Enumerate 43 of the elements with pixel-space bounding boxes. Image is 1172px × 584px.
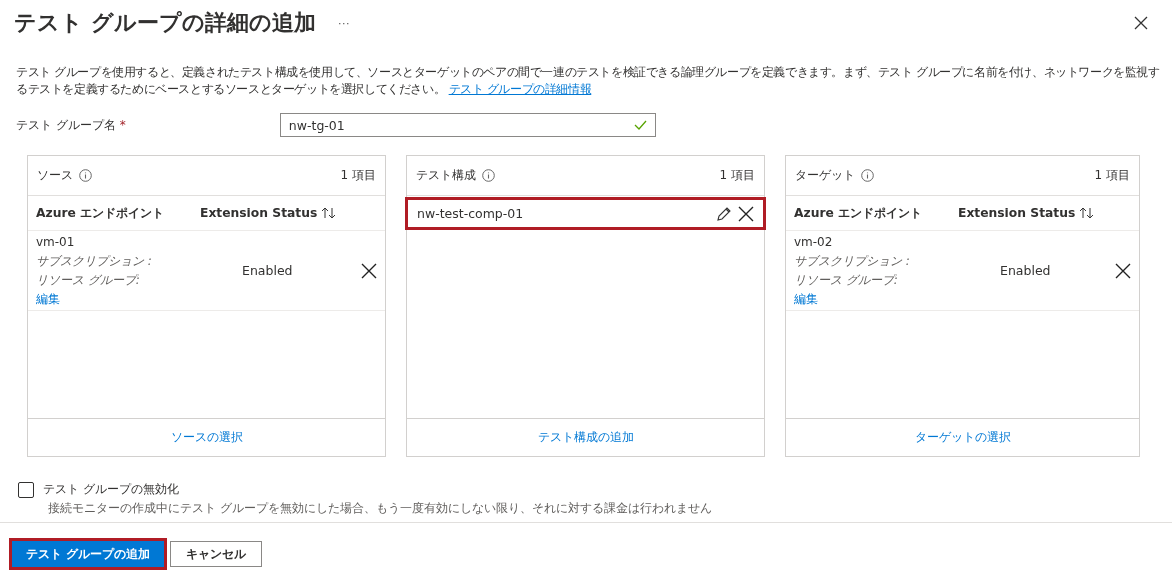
remove-icon[interactable] — [1115, 262, 1131, 279]
column-header[interactable]: Extension Status — [958, 206, 1076, 220]
panel-title: ターゲット — [795, 167, 855, 184]
subscription-label: サブスクリプション : — [36, 252, 153, 270]
info-icon[interactable] — [79, 169, 92, 182]
panel-title: ソース — [37, 167, 73, 184]
item-count: 1 項目 — [719, 167, 755, 184]
close-icon[interactable] — [1134, 16, 1148, 30]
column-header: Azure エンドポイント — [794, 204, 924, 222]
add-button[interactable]: テスト グループの追加 — [12, 541, 164, 567]
info-icon[interactable] — [482, 169, 495, 182]
endpoint-name: vm-01 — [36, 233, 76, 251]
subscription-label: サブスクリプション : — [794, 252, 911, 270]
more-button[interactable]: ··· — [337, 16, 350, 30]
description-text: テスト グループを使用すると、定義されたテスト構成を使用して、ソースとターゲットのペアの間で一連のテストを検証できる論理グループを定義できます。まず、テスト グループに名前を付け、ネットワークを監視するテストを定義するためにベースとするソースとターゲットを選択してください。 テスト グループの詳細情報 — [16, 64, 1161, 98]
learn-more-link[interactable]: テスト グループの詳細情報 — [448, 82, 592, 96]
endpoint-name: vm-02 — [794, 233, 834, 251]
sort-icon[interactable] — [321, 207, 338, 219]
required-mark: * — [119, 118, 127, 132]
status-text: Enabled — [999, 263, 1052, 278]
item-count: 1 項目 — [340, 167, 376, 184]
column-header[interactable]: Extension Status — [200, 206, 318, 220]
info-icon[interactable] — [861, 169, 874, 182]
cancel-button[interactable]: キャンセル — [170, 541, 262, 567]
edit-icon[interactable] — [716, 205, 732, 222]
hint-text: 接続モニターの作成中にテスト グループを無効にした場合、もう一度有効にしない限り、それに対する課金は行われません — [48, 501, 713, 516]
column-header: Azure エンドポイント — [36, 204, 166, 222]
checkbox[interactable] — [18, 481, 34, 498]
item-count: 1 項目 — [1094, 167, 1130, 184]
resource-group-label: リソース グループ: — [794, 271, 899, 289]
checkbox-label: テスト グループの無効化 — [43, 481, 179, 498]
remove-icon[interactable] — [361, 262, 377, 279]
field-label: テスト グループ名 — [16, 116, 116, 134]
page-title: テスト グループの詳細の追加 — [14, 9, 316, 37]
edit-link[interactable]: 編集 — [794, 289, 974, 309]
name-input-field[interactable]: nw-tg-01 — [279, 113, 656, 137]
resource-group-label: リソース グループ: — [36, 271, 141, 289]
panel-title: テスト構成 — [416, 167, 476, 184]
config-item[interactable]: nw-test-comp-01 — [405, 197, 766, 230]
sort-icon[interactable] — [1079, 207, 1096, 219]
remove-icon[interactable] — [738, 205, 754, 222]
status-text: Enabled — [241, 263, 294, 278]
edit-link[interactable]: 編集 — [36, 289, 216, 309]
